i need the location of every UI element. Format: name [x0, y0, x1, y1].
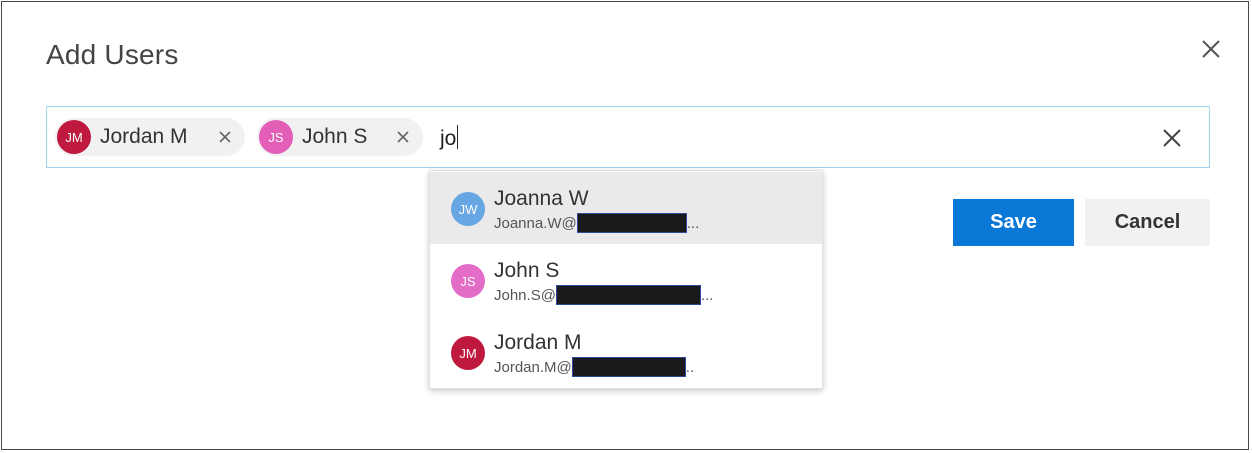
email-suffix: .. [685, 358, 695, 376]
redacted-block [576, 213, 687, 233]
selected-user-chip[interactable]: JS John S [257, 118, 423, 156]
close-dialog-button[interactable] [1196, 34, 1226, 64]
save-button[interactable]: Save [953, 199, 1074, 246]
avatar: JW [451, 192, 485, 226]
search-input[interactable]: jo [440, 125, 459, 151]
email-prefix: Joanna.W@ [494, 214, 577, 232]
avatar: JM [57, 120, 91, 154]
redacted-block [555, 285, 701, 305]
avatar: JS [451, 264, 485, 298]
suggestion-item[interactable]: JW Joanna W Joanna.W@ ... [430, 172, 822, 244]
email-suffix: ... [686, 214, 700, 232]
cancel-button[interactable]: Cancel [1085, 199, 1210, 246]
email-suffix: ... [700, 286, 714, 304]
redacted-block [571, 357, 686, 377]
suggestion-email: Joanna.W@ ... [494, 213, 699, 233]
suggestion-name: John S [494, 259, 560, 282]
avatar: JM [451, 336, 485, 370]
suggestion-item[interactable]: JS John S John.S@ ... [430, 244, 822, 316]
clear-search-button[interactable] [1161, 127, 1183, 149]
people-picker[interactable]: JM Jordan M JS John S jo [46, 106, 1210, 168]
suggestion-email: Jordan.M@ .. [494, 357, 694, 377]
close-icon[interactable] [395, 129, 411, 145]
text-caret [457, 125, 459, 149]
dialog-title: Add Users [46, 39, 179, 70]
chip-name: John S [302, 125, 368, 148]
suggestion-name: Jordan M [494, 331, 582, 354]
email-prefix: Jordan.M@ [494, 358, 572, 376]
suggestion-name: Joanna W [494, 187, 589, 210]
email-prefix: John.S@ [494, 286, 556, 304]
suggestion-email: John.S@ ... [494, 285, 713, 305]
search-query-text: jo [440, 127, 457, 150]
avatar: JS [259, 120, 293, 154]
close-icon [1163, 129, 1181, 147]
close-icon [1202, 40, 1220, 58]
suggestions-dropdown: JW Joanna W Joanna.W@ ... JS John S John… [429, 170, 823, 389]
add-users-dialog: Add Users JM Jordan M JS John S jo JW Jo… [1, 1, 1249, 450]
suggestion-item[interactable]: JM Jordan M Jordan.M@ .. [430, 316, 822, 388]
close-icon[interactable] [217, 129, 233, 145]
chip-name: Jordan M [100, 125, 188, 148]
selected-user-chip[interactable]: JM Jordan M [55, 118, 245, 156]
